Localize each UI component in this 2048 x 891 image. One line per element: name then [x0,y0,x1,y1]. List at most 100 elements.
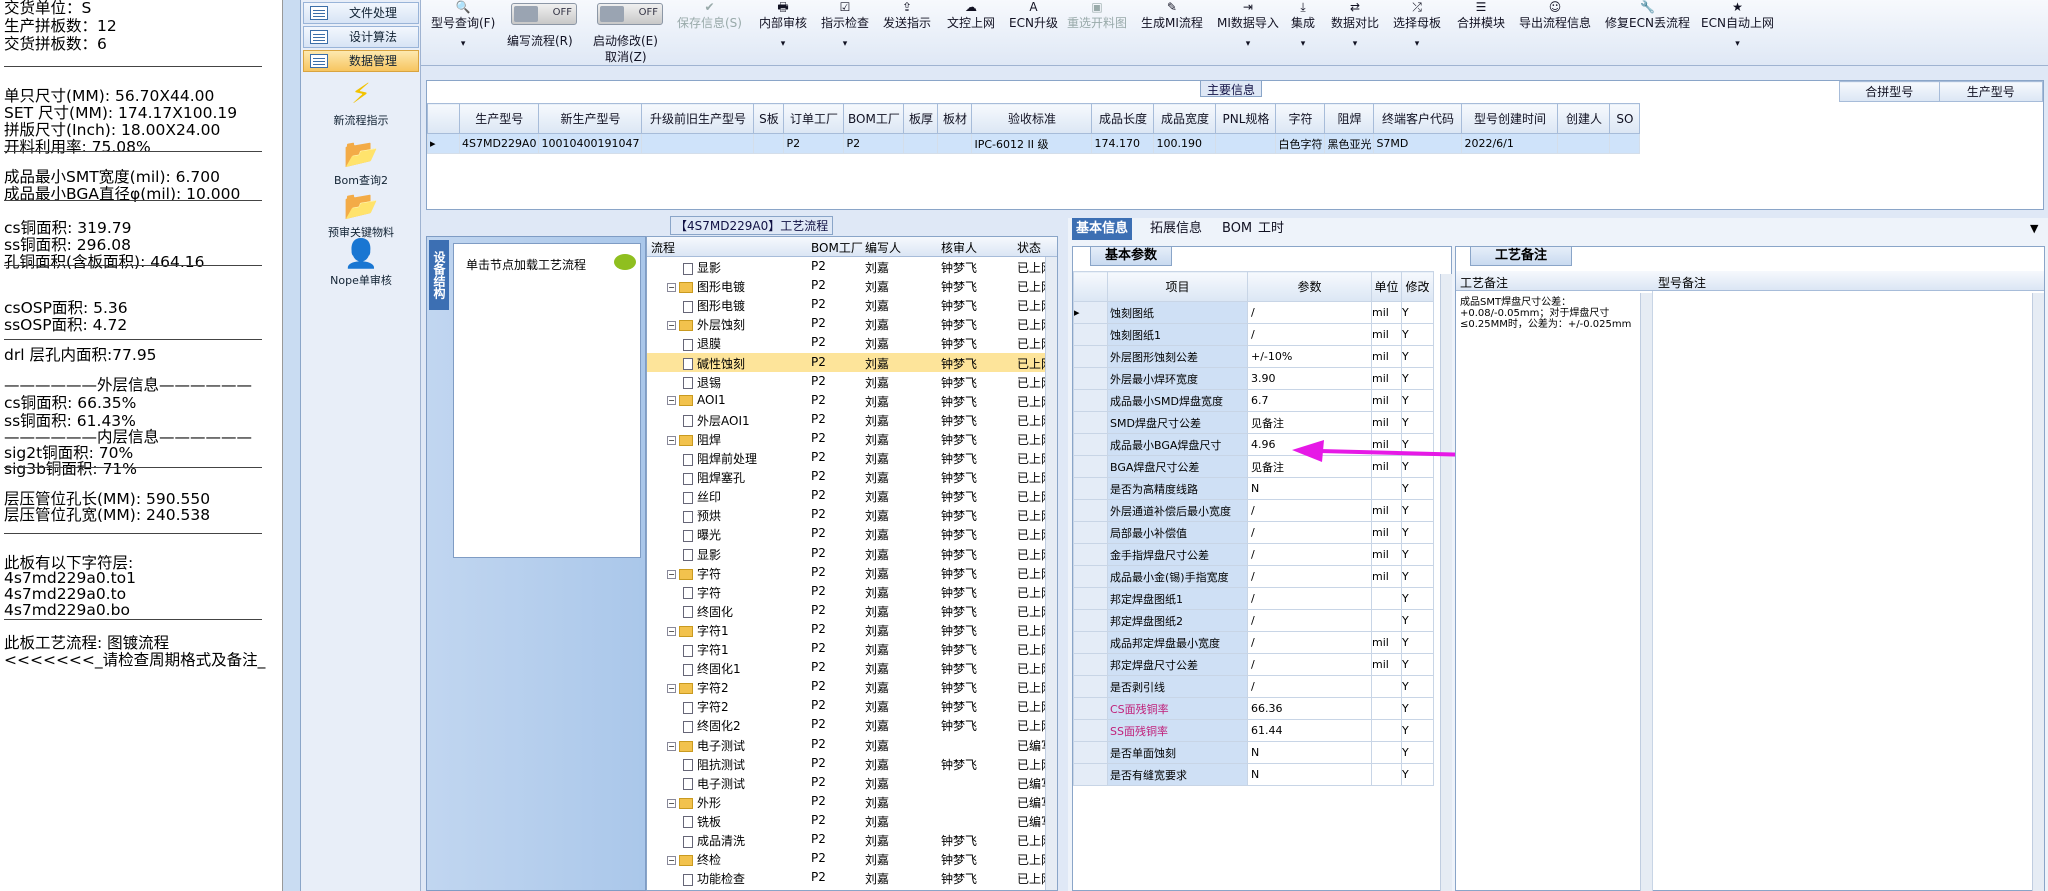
row-indicator[interactable] [1073,719,1108,742]
cell[interactable]: 3.90 [1247,367,1372,390]
tab-extended-info[interactable]: 拓展信息 [1146,218,1206,240]
collapse-icon[interactable]: − [667,569,676,579]
tree-node[interactable]: 阻焊塞孔 [683,469,745,486]
cell[interactable]: mil [1371,499,1402,522]
doc-control-online-button[interactable]: ☁ 文控上网 [947,0,995,31]
cell[interactable]: 金手指焊盘尺寸公差 [1107,543,1248,566]
cell[interactable]: / [1247,543,1372,566]
internal-audit-button[interactable]: 🖶 内部审核 ▾ [759,0,807,49]
column-header[interactable]: 编写人 [865,239,901,256]
tree-row[interactable]: 阻焊塞孔 P2 刘嘉 钟梦飞 已上网 [647,467,1053,486]
cell[interactable]: Y [1401,323,1434,346]
table-row[interactable]: CS面残铜率 66.36 Y [1073,697,1434,720]
tree-node[interactable]: 曝光 [683,526,721,543]
tree-node[interactable]: − AOI1 [667,393,726,407]
collapse-icon[interactable]: − [667,798,676,808]
cell[interactable]: mil [1371,323,1402,346]
tree-node[interactable]: 退锡 [683,374,721,391]
column-header[interactable]: 项目 [1107,271,1248,302]
tree-node[interactable]: − 阻焊 [667,431,721,448]
cell[interactable]: Y [1401,367,1434,390]
tree-row[interactable]: 显影 P2 刘嘉 钟梦飞 已上网 [647,257,1053,276]
cancel-button[interactable]: 取消(Z) [605,48,647,65]
generate-mi-flow-button[interactable]: ✎ 生成MI流程 [1141,0,1203,31]
cell[interactable]: Y [1401,675,1434,698]
integrate-button[interactable]: ⤓ 集成 ▾ [1291,0,1315,49]
cell[interactable] [1557,133,1611,154]
tree-node[interactable]: 退膜 [683,335,721,352]
params-scrollbar[interactable] [1440,274,1452,891]
column-header[interactable]: 成品长度 [1091,103,1155,134]
cell[interactable]: 蚀刻图纸1 [1107,323,1248,346]
column-header[interactable]: 合拼型号 [1839,81,1940,102]
cell[interactable]: 10010400191047 [538,133,643,154]
repair-ecn-flow-button[interactable]: 🔧 修复ECN丢流程 [1605,0,1690,31]
tree-row[interactable]: 终固化1 P2 刘嘉 钟梦飞 已上网 [647,658,1053,677]
tab-basic-info[interactable]: 基本信息 [1072,218,1133,240]
tree-row[interactable]: 预烘 P2 刘嘉 钟梦飞 已上网 [647,505,1053,524]
tree-node[interactable]: − 电子测试 [667,737,745,754]
row-indicator[interactable] [1073,741,1108,764]
tree-node[interactable]: 成品清洗 [683,832,745,849]
table-row[interactable]: ▸ 蚀刻图纸 / mil Y [1073,301,1434,324]
cell[interactable]: / [1247,301,1372,324]
tree-row[interactable]: 阻焊前处理 P2 刘嘉 钟梦飞 已上网 [647,448,1053,467]
model-remark-scrollbar[interactable] [2032,293,2044,891]
tree-row[interactable]: 终固化2 P2 刘嘉 钟梦飞 已上网 [647,715,1053,734]
reselect-cutting-button[interactable]: ▣ 重选开料图 [1067,0,1127,31]
row-indicator[interactable] [1073,565,1108,588]
tree-row[interactable]: − AOI1 P2 刘嘉 钟梦飞 已上网 [647,391,1053,410]
row-indicator[interactable] [1073,587,1108,610]
cell[interactable]: 外层图形蚀刻公差 [1107,345,1248,368]
row-indicator[interactable] [1073,345,1108,368]
row-indicator[interactable] [1073,367,1108,390]
write-flow-toggle[interactable]: OFF [511,3,577,25]
column-header[interactable]: 板材 [937,103,973,134]
cell[interactable] [1371,609,1402,632]
tree-node[interactable]: − 图形电镀 [667,278,745,295]
new-flow-button[interactable]: ⚡ 新流程指示 [301,78,421,128]
cell[interactable]: 2022/6/1 [1461,133,1559,154]
cell[interactable]: 成品最小BGA焊盘尺寸 [1107,433,1248,456]
cell[interactable] [1215,133,1277,154]
cell[interactable] [1371,587,1402,610]
cell[interactable]: P2 [783,133,845,154]
cell[interactable] [1371,719,1402,742]
cell[interactable]: Y [1401,719,1434,742]
cell[interactable]: / [1247,323,1372,346]
column-header[interactable]: 订单工厂 [783,103,845,134]
row-indicator[interactable] [1073,653,1108,676]
cell[interactable]: mil [1371,345,1402,368]
tree-row[interactable]: 丝印 P2 刘嘉 钟梦飞 已上网 [647,486,1053,505]
tree-node[interactable]: 铣板 [683,813,721,830]
process-remark-text[interactable]: 成品SMT焊盘尺寸公差：+0.08/-0.05mm；对于焊盘尺寸≤0.25MM时… [1460,297,1640,330]
tree-node[interactable]: 字符2 [683,698,729,715]
tree-row[interactable]: 显影 P2 刘嘉 钟梦飞 已上网 [647,544,1053,563]
column-header[interactable]: 阻焊 [1324,103,1375,134]
row-indicator[interactable] [1073,609,1108,632]
row-indicator[interactable] [1073,389,1108,412]
column-header[interactable]: BOM工厂 [811,239,863,256]
tree-row[interactable]: 铣板 P2 刘嘉 已编写 [647,811,1053,830]
cell[interactable]: 邦定焊盘图纸2 [1107,609,1248,632]
tree-row[interactable]: 字符 P2 刘嘉 钟梦飞 已上网 [647,582,1053,601]
tab-work-hours[interactable]: 工时 [1254,218,1288,240]
cell[interactable] [641,133,755,154]
cell[interactable]: mil [1371,389,1402,412]
cell[interactable]: 蚀刻图纸 [1107,301,1248,324]
save-info-button[interactable]: ✔ 保存信息(S) [677,0,742,31]
tree-row[interactable]: − 外层蚀刻 P2 刘嘉 钟梦飞 已上网 [647,314,1053,333]
cell[interactable]: Y [1401,477,1434,500]
cell[interactable]: Y [1401,653,1434,676]
tab-file-processing[interactable]: 文件处理 [303,2,419,24]
merge-module-button[interactable]: ☰ 合拼模块 [1457,0,1505,31]
collapse-icon[interactable]: − [667,626,676,636]
cell[interactable]: Y [1401,631,1434,654]
row-indicator[interactable] [1073,499,1108,522]
cell[interactable]: 174.170 [1091,133,1155,154]
export-flow-info-button[interactable]: ☺ 导出流程信息 [1519,0,1591,31]
collapse-icon[interactable]: − [667,321,676,331]
tree-node[interactable]: 字符1 [683,641,729,658]
cell[interactable]: 成品最小SMD焊盘宽度 [1107,389,1248,412]
column-header[interactable]: 工艺备注 [1460,274,1508,291]
